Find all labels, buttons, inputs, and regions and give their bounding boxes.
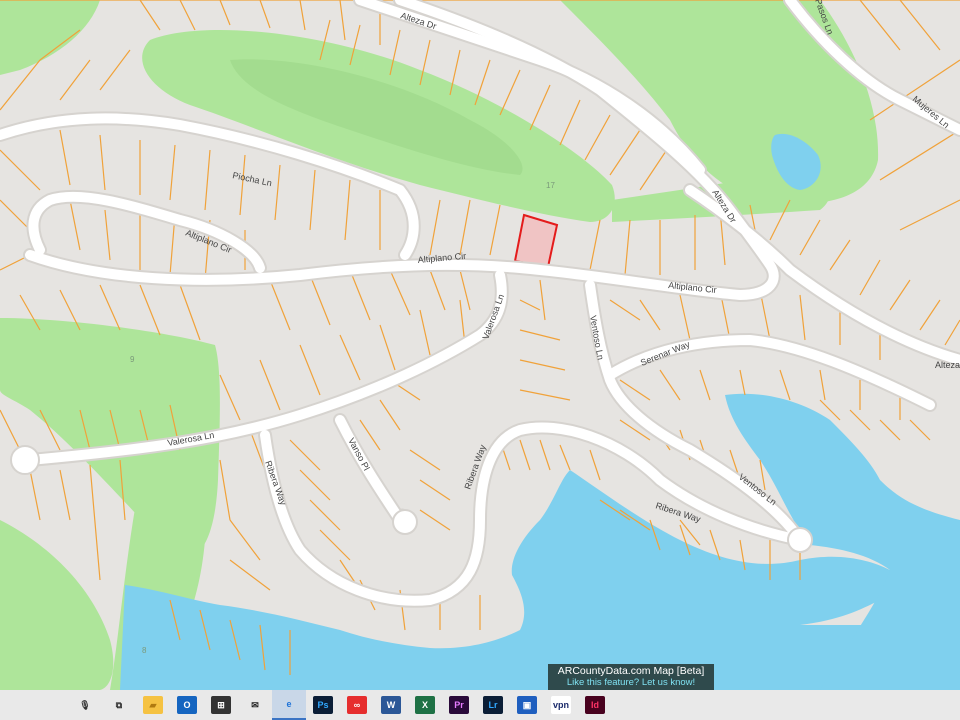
hole-number: 17 [546,181,555,190]
reader-taskbar-button[interactable]: ▣ [510,690,544,720]
vpn-taskbar-button[interactable]: vpn [544,690,578,720]
indesign-taskbar-button[interactable]: Id [578,690,612,720]
hole-number: 9 [130,355,135,364]
taskbar: 🎙 ⧉ ▰ O ⊞ ✉ e Ps ∞ W X Pr Lr ▣ vpn Id [0,690,960,720]
photoshop-taskbar-button[interactable]: Ps [306,690,340,720]
word-taskbar-button[interactable]: W [374,690,408,720]
parcel-map[interactable]: Alteza Dr Alteza Dr Alteza Mujeres Ln Pa… [0,0,960,690]
creative-cloud-taskbar-button[interactable]: ∞ [340,690,374,720]
task-view-taskbar-button[interactable]: ⧉ [102,690,136,720]
vpn-icon: vpn [551,696,571,714]
lightroom-icon: Lr [483,696,503,714]
mail-taskbar-button[interactable]: ✉ [238,690,272,720]
premiere-taskbar-button[interactable]: Pr [442,690,476,720]
banner-title: ARCountyData.com Map [Beta] [557,665,705,677]
mail-icon: ✉ [251,699,259,710]
word-icon: W [381,696,401,714]
hole-number: 8 [142,646,147,655]
taskbar-icons: 🎙 ⧉ ▰ O ⊞ ✉ e Ps ∞ W X Pr Lr ▣ vpn Id [68,690,612,720]
outlook-icon: O [177,696,197,714]
reader-icon: ▣ [517,696,537,714]
edge-taskbar-button[interactable]: e [272,690,306,720]
photoshop-icon: Ps [313,696,333,714]
map-banner[interactable]: ARCountyData.com Map [Beta] Like this fe… [548,664,714,690]
lightroom-taskbar-button[interactable]: Lr [476,690,510,720]
task-view-icon: ⧉ [115,699,123,710]
street-label: Alteza [935,360,960,370]
banner-feedback-link[interactable]: Like this feature? Let us know! [548,677,714,689]
file-explorer-icon: ▰ [143,696,163,714]
store-taskbar-button[interactable]: ⊞ [204,690,238,720]
excel-icon: X [415,696,435,714]
excel-taskbar-button[interactable]: X [408,690,442,720]
outlook-taskbar-button[interactable]: O [170,690,204,720]
file-explorer-taskbar-button[interactable]: ▰ [136,690,170,720]
microphone-icon: 🎙 [79,699,91,710]
edge-icon: e [286,699,292,709]
creative-cloud-icon: ∞ [347,696,367,714]
premiere-icon: Pr [449,696,469,714]
store-icon: ⊞ [211,696,231,714]
microphone-taskbar-button[interactable]: 🎙 [68,690,102,720]
indesign-icon: Id [585,696,605,714]
